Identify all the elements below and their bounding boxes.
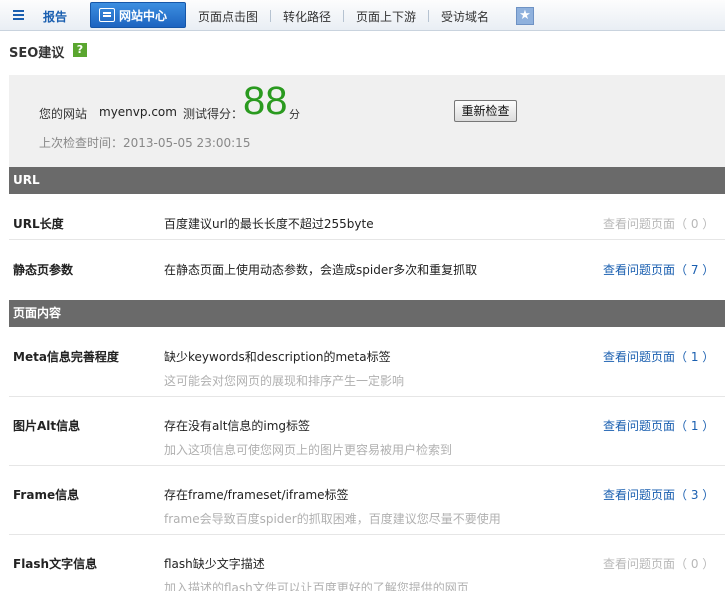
help-icon[interactable]: ? (73, 43, 87, 57)
check-name: 静态页参数 (13, 263, 74, 277)
report-menu[interactable]: 报告 (0, 2, 67, 30)
site-center-icon (99, 8, 115, 22)
score-value: 88 (243, 79, 288, 123)
last-check-time: 上次检查时间：2013-05-05 23:00:15 (39, 136, 251, 150)
view-issue-pages-link[interactable]: 查看问题页面（ 1 ） (603, 348, 714, 365)
view-issue-pages-link[interactable]: 查看问题页面（ 7 ） (603, 261, 714, 278)
nav-links: 页面点击图 转化路径 页面上下游 受访域名 (186, 2, 501, 30)
check-hint: 加入这项信息可使您网页上的图片更容易被用户检索到 (164, 443, 453, 457)
check-row: 静态页参数 在静态页面上使用动态参数，会造成spider多次和重复抓取 查看问题… (9, 240, 725, 285)
score-unit: 分 (289, 108, 300, 121)
recheck-button[interactable]: 重新检查 (454, 100, 517, 122)
check-name: Meta信息完善程度 (13, 350, 119, 364)
check-description: 百度建议url的最长长度不超过255byte (164, 217, 374, 231)
score-label: 测试得分： (183, 107, 244, 121)
check-name: 图片Alt信息 (13, 419, 81, 433)
check-name: Frame信息 (13, 488, 80, 502)
report-label: 报告 (43, 9, 68, 24)
check-description: 存在没有alt信息的img标签 (164, 419, 311, 433)
tab-site-center-label: 网站中心 (119, 8, 168, 23)
check-hint: 加入描述的flash文件可以让百度更好的了解您提供的网页 (164, 581, 469, 591)
page-title: SEO建议 (9, 46, 65, 61)
check-description: flash缺少文字描述 (164, 557, 265, 571)
check-row: Flash文字信息 flash缺少文字描述 加入描述的flash文件可以让百度更… (9, 535, 725, 591)
star-icon[interactable]: ★ (516, 7, 534, 25)
view-issue-pages-link[interactable]: 查看问题页面（ 3 ） (603, 486, 714, 503)
site-url: myenvp.com (99, 105, 177, 119)
site-label: 您的网站 (39, 107, 88, 121)
check-row: URL长度 百度建议url的最长长度不超过255byte 查看问题页面（ 0 ） (9, 195, 725, 240)
view-issue-pages-link[interactable]: 查看问题页面（ 1 ） (603, 417, 714, 434)
tab-page-clickmap[interactable]: 页面点击图 (186, 8, 270, 25)
view-issue-pages-link[interactable]: 查看问题页面（ 0 ） (603, 555, 714, 572)
check-name: Flash文字信息 (13, 557, 98, 571)
section-header-url: URL (9, 167, 725, 194)
section-header-page-content: 页面内容 (9, 300, 725, 327)
check-row: Meta信息完善程度 缺少keywords和description的meta标签… (9, 328, 725, 397)
tab-page-flow[interactable]: 页面上下游 (344, 8, 428, 25)
check-description: 缺少keywords和description的meta标签 (164, 350, 391, 364)
tab-site-center[interactable]: 网站中心 (90, 2, 186, 28)
check-hint: 这可能会对您网页的展现和排序产生一定影响 (164, 374, 405, 388)
check-hint: frame会导致百度spider的抓取困难，百度建议您尽量不要使用 (164, 512, 501, 526)
check-description: 在静态页面上使用动态参数，会造成spider多次和重复抓取 (164, 263, 478, 277)
tab-conversion-path[interactable]: 转化路径 (271, 8, 343, 25)
list-icon (11, 8, 27, 24)
check-row: Frame信息 存在frame/frameset/iframe标签 frame会… (9, 466, 725, 535)
check-description: 存在frame/frameset/iframe标签 (164, 488, 349, 502)
check-name: URL长度 (13, 217, 64, 231)
view-issue-pages-link[interactable]: 查看问题页面（ 0 ） (603, 215, 714, 232)
top-nav: 报告 网站中心 页面点击图 转化路径 页面上下游 受访域名 ★ (0, 0, 725, 31)
check-row: 图片Alt信息 存在没有alt信息的img标签 加入这项信息可使您网页上的图片更… (9, 397, 725, 466)
tab-visited-domains[interactable]: 受访域名 (429, 8, 501, 25)
score-panel: 您的网站 myenvp.com 测试得分： 88 分 重新检查 上次检查时间：2… (9, 75, 725, 167)
